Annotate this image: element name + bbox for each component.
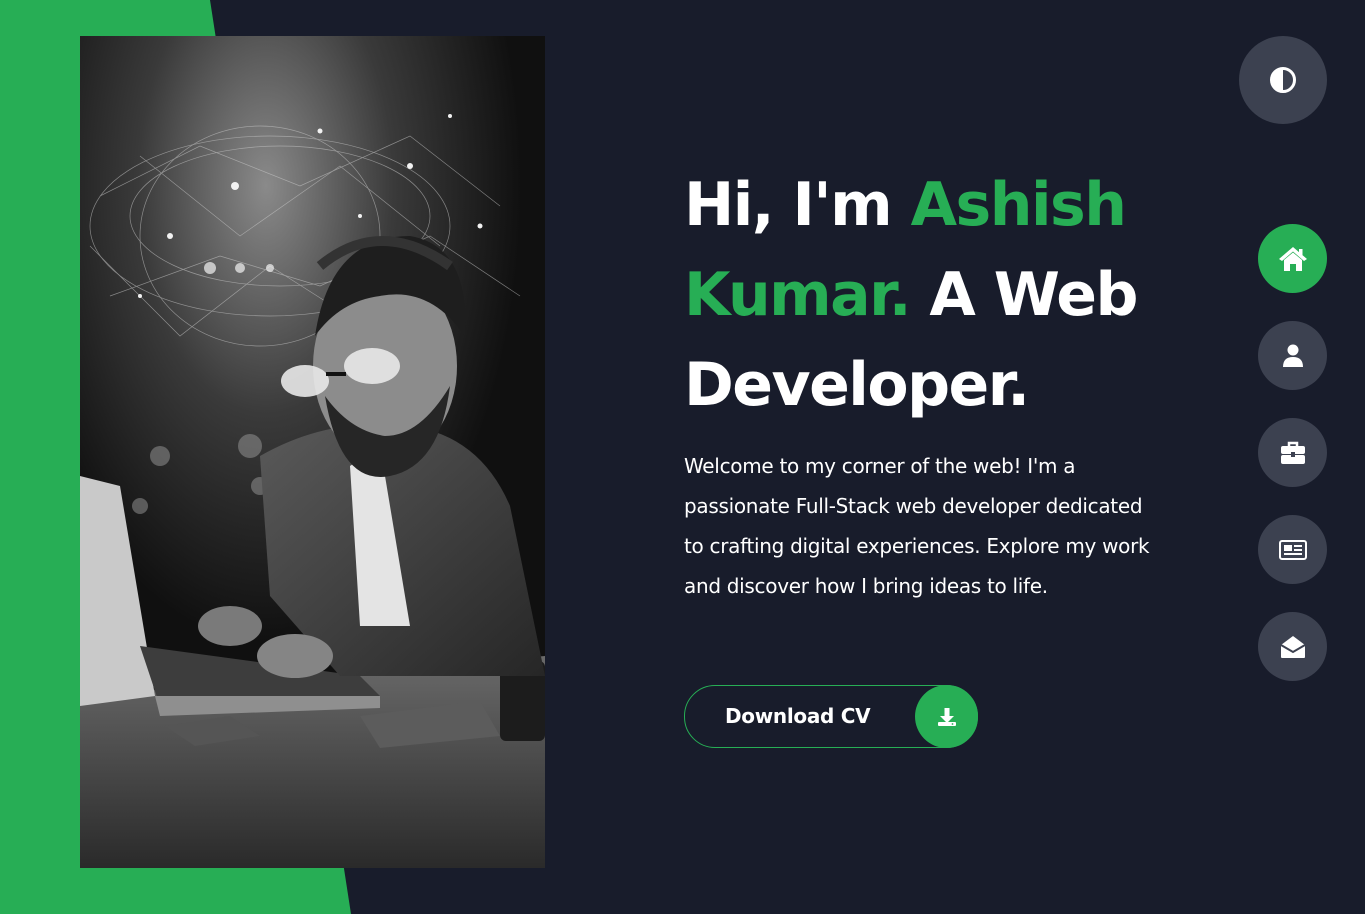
nav-about-button[interactable] [1258,321,1327,390]
envelope-open-icon [1279,635,1306,658]
hero-heading: Hi, I'm Ashish Kumar. A Web Developer. [684,160,1204,430]
theme-toggle-button[interactable] [1239,36,1327,124]
profile-photo [80,36,545,868]
nav-portfolio-button[interactable] [1258,418,1327,487]
download-icon [915,685,978,748]
download-cv-label: Download CV [725,704,871,728]
hero-greeting: Hi, I'm [684,170,911,240]
newspaper-icon [1278,539,1307,560]
hero-section: Hi, I'm Ashish Kumar. A Web Developer. W… [684,160,1204,606]
briefcase-icon [1280,441,1305,464]
user-icon [1282,344,1303,367]
nav-home-button[interactable] [1258,224,1327,293]
home-icon [1278,246,1307,271]
hero-intro-text: Welcome to my corner of the web! I'm a p… [684,454,1150,598]
contrast-icon [1270,67,1296,93]
nav-blog-button[interactable] [1258,515,1327,584]
download-cv-button[interactable]: Download CV [684,685,978,748]
nav-contact-button[interactable] [1258,612,1327,681]
